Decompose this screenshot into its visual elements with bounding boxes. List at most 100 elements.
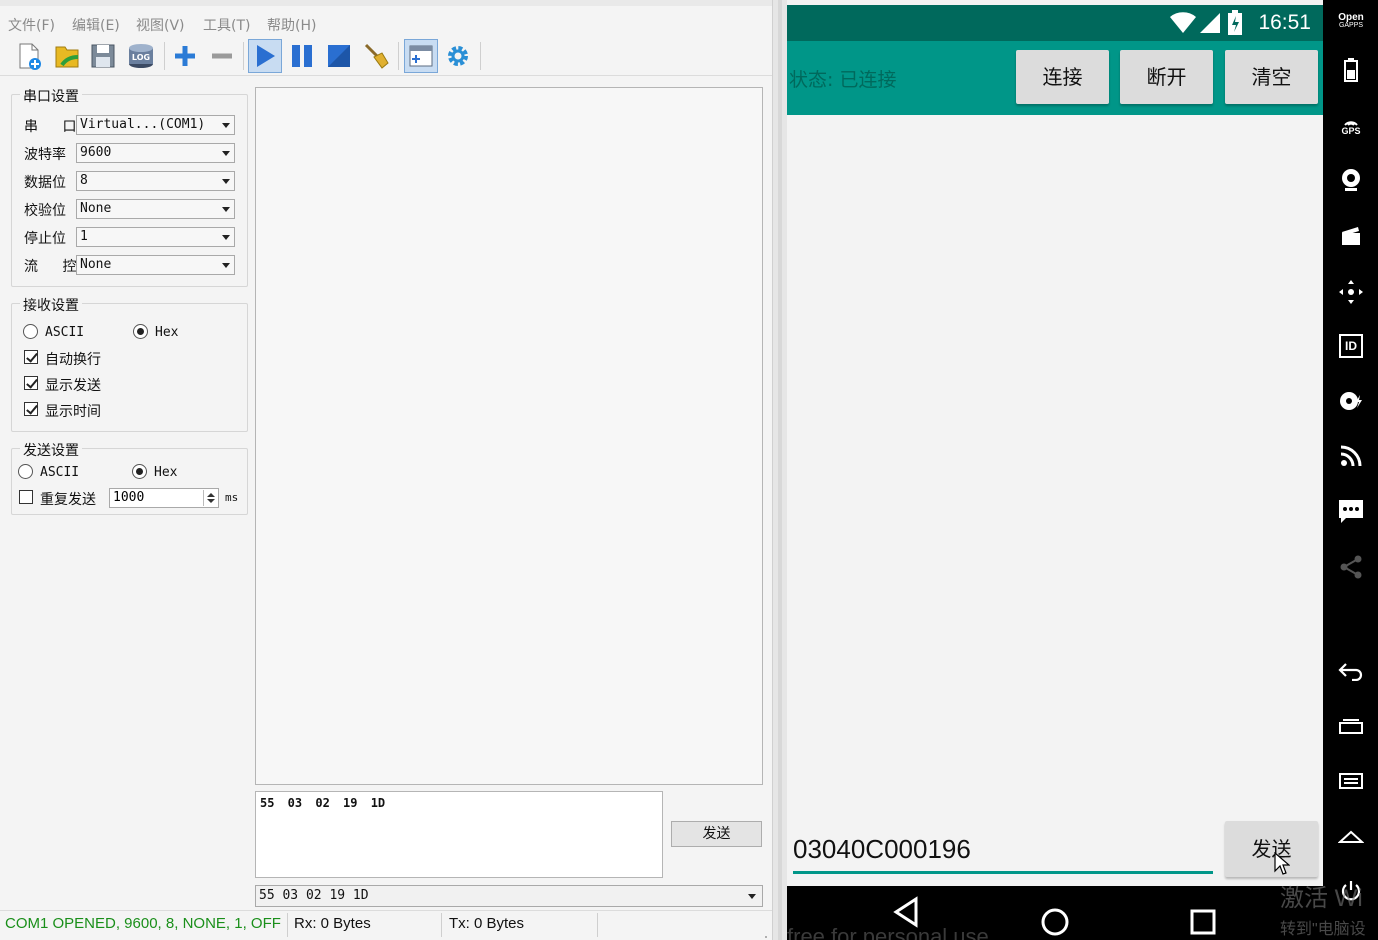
send-button[interactable]: 发送 bbox=[671, 821, 762, 847]
send-history-select[interactable]: 55 03 02 19 1D bbox=[255, 885, 763, 907]
toolbar: LOG bbox=[0, 36, 772, 76]
share-icon[interactable] bbox=[1335, 551, 1367, 583]
open-folder-icon[interactable] bbox=[50, 39, 84, 73]
disconnect-button[interactable]: 断开 bbox=[1120, 50, 1213, 104]
new-file-icon[interactable] bbox=[12, 39, 46, 73]
chevron-down-icon bbox=[222, 151, 230, 156]
auto-newline-label: 自动换行 bbox=[45, 352, 101, 368]
log-icon[interactable]: LOG bbox=[124, 39, 158, 73]
add-icon[interactable] bbox=[168, 39, 202, 73]
mouse-cursor-icon bbox=[1274, 851, 1291, 880]
recent-apps-icon[interactable] bbox=[1335, 710, 1367, 742]
pause-icon[interactable] bbox=[285, 39, 319, 73]
show-send-checkbox[interactable] bbox=[24, 376, 38, 390]
flow-select[interactable]: None bbox=[76, 255, 235, 275]
send-history-value: 55 03 02 19 1D bbox=[259, 888, 369, 903]
chevron-down-icon bbox=[222, 207, 230, 212]
recents-square-icon[interactable] bbox=[1190, 909, 1216, 939]
resize-grip-icon[interactable] bbox=[758, 928, 768, 938]
back-arrow-icon[interactable] bbox=[1335, 655, 1367, 687]
receive-hex-label: Hex bbox=[155, 325, 179, 340]
connect-button[interactable]: 连接 bbox=[1016, 50, 1109, 104]
remove-icon[interactable] bbox=[205, 39, 239, 73]
send-textarea[interactable]: 55 03 02 19 1D bbox=[255, 791, 663, 878]
send-hex-label: Hex bbox=[154, 465, 178, 480]
wifi-icon bbox=[1169, 12, 1197, 38]
flow-value: None bbox=[80, 257, 112, 272]
receive-ascii-label: ASCII bbox=[45, 325, 85, 340]
toolbar-separator bbox=[398, 42, 399, 70]
stopbits-value: 1 bbox=[80, 229, 88, 244]
home-icon[interactable] bbox=[1335, 820, 1367, 852]
toolbar-separator bbox=[164, 42, 165, 70]
repeat-interval-spinner[interactable]: 1000 bbox=[109, 488, 219, 508]
rx-count: Rx: 0 Bytes bbox=[294, 915, 371, 932]
auto-newline-checkbox[interactable] bbox=[24, 350, 38, 364]
toolbar-separator bbox=[480, 42, 481, 70]
databits-label: 数据位 bbox=[24, 175, 66, 191]
receive-settings-title: 接收设置 bbox=[20, 295, 82, 315]
save-icon[interactable] bbox=[86, 39, 120, 73]
repeat-send-checkbox[interactable] bbox=[19, 490, 33, 504]
opengapps-line2: GAPPS bbox=[1338, 22, 1364, 29]
battery-icon[interactable] bbox=[1335, 54, 1367, 86]
android-send-button[interactable]: 发送 bbox=[1225, 821, 1318, 877]
clapperboard-icon[interactable] bbox=[1335, 220, 1367, 252]
windows-activation-watermark: 激活 Wi 转到"电脑设 bbox=[1280, 878, 1366, 939]
window-title-strip bbox=[0, 0, 772, 6]
move-arrows-icon[interactable] bbox=[1335, 276, 1367, 308]
menu-tools[interactable]: 工具(T) bbox=[203, 15, 250, 35]
id-label: ID bbox=[1339, 334, 1363, 358]
stopbits-label: 停止位 bbox=[24, 231, 66, 247]
repeat-interval-value: 1000 bbox=[113, 490, 145, 505]
opengapps-icon[interactable]: Open GAPPS bbox=[1335, 6, 1367, 38]
gps-icon[interactable]: GPS bbox=[1335, 110, 1367, 142]
home-circle-icon[interactable] bbox=[1040, 907, 1070, 940]
databits-select[interactable]: 8 bbox=[76, 171, 235, 191]
hex-input-field[interactable]: 03040C000196 bbox=[793, 828, 1213, 874]
stopbits-select[interactable]: 1 bbox=[76, 227, 235, 247]
id-card-icon[interactable]: ID bbox=[1335, 330, 1367, 362]
receive-hex-radio[interactable] bbox=[133, 324, 148, 339]
message-icon[interactable] bbox=[1335, 495, 1367, 527]
rss-feed-icon[interactable] bbox=[1335, 440, 1367, 472]
show-time-checkbox[interactable] bbox=[24, 402, 38, 416]
parity-select[interactable]: None bbox=[76, 199, 235, 219]
chevron-down-icon bbox=[748, 894, 756, 899]
disc-flash-icon[interactable] bbox=[1335, 385, 1367, 417]
chevron-down-icon bbox=[222, 179, 230, 184]
baud-select[interactable]: 9600 bbox=[76, 143, 235, 163]
send-hex-radio[interactable] bbox=[132, 464, 147, 479]
serial-tool-window: 文件(F) 编辑(E) 视图(V) 工具(T) 帮助(H) LOG 串口设置 串… bbox=[0, 0, 772, 940]
new-window-icon[interactable] bbox=[404, 39, 438, 73]
serial-settings-title: 串口设置 bbox=[20, 86, 82, 106]
menu-icon[interactable] bbox=[1335, 765, 1367, 797]
chevron-down-icon bbox=[222, 263, 230, 268]
webcam-icon[interactable] bbox=[1335, 164, 1367, 196]
gps-label: GPS bbox=[1341, 126, 1361, 136]
clear-button[interactable]: 清空 bbox=[1225, 50, 1318, 104]
port-value: Virtual...(COM1) bbox=[80, 117, 206, 132]
menu-file[interactable]: 文件(F) bbox=[8, 15, 55, 35]
menu-edit[interactable]: 编辑(E) bbox=[72, 15, 120, 35]
send-settings-title: 发送设置 bbox=[20, 440, 82, 460]
settings-gear-icon[interactable] bbox=[441, 39, 475, 73]
menu-view[interactable]: 视图(V) bbox=[136, 15, 185, 35]
start-icon[interactable] bbox=[248, 39, 282, 73]
menu-help[interactable]: 帮助(H) bbox=[267, 15, 316, 35]
parity-value: None bbox=[80, 201, 112, 216]
emulator-side-panel: Open GAPPS GPS ID bbox=[1323, 0, 1378, 940]
chevron-down-icon bbox=[222, 123, 230, 128]
port-select[interactable]: Virtual...(COM1) bbox=[76, 115, 235, 135]
stop-icon[interactable] bbox=[322, 39, 356, 73]
spinner-arrows-icon[interactable] bbox=[203, 490, 217, 506]
status-separator bbox=[287, 913, 288, 937]
opengapps-line1: Open bbox=[1338, 12, 1364, 23]
receive-textarea[interactable] bbox=[255, 87, 763, 785]
databits-value: 8 bbox=[80, 173, 88, 188]
receive-ascii-radio[interactable] bbox=[23, 324, 38, 339]
send-ascii-radio[interactable] bbox=[18, 464, 33, 479]
show-time-label: 显示时间 bbox=[45, 404, 101, 420]
clear-broom-icon[interactable] bbox=[359, 39, 393, 73]
send-ascii-label: ASCII bbox=[40, 465, 80, 480]
